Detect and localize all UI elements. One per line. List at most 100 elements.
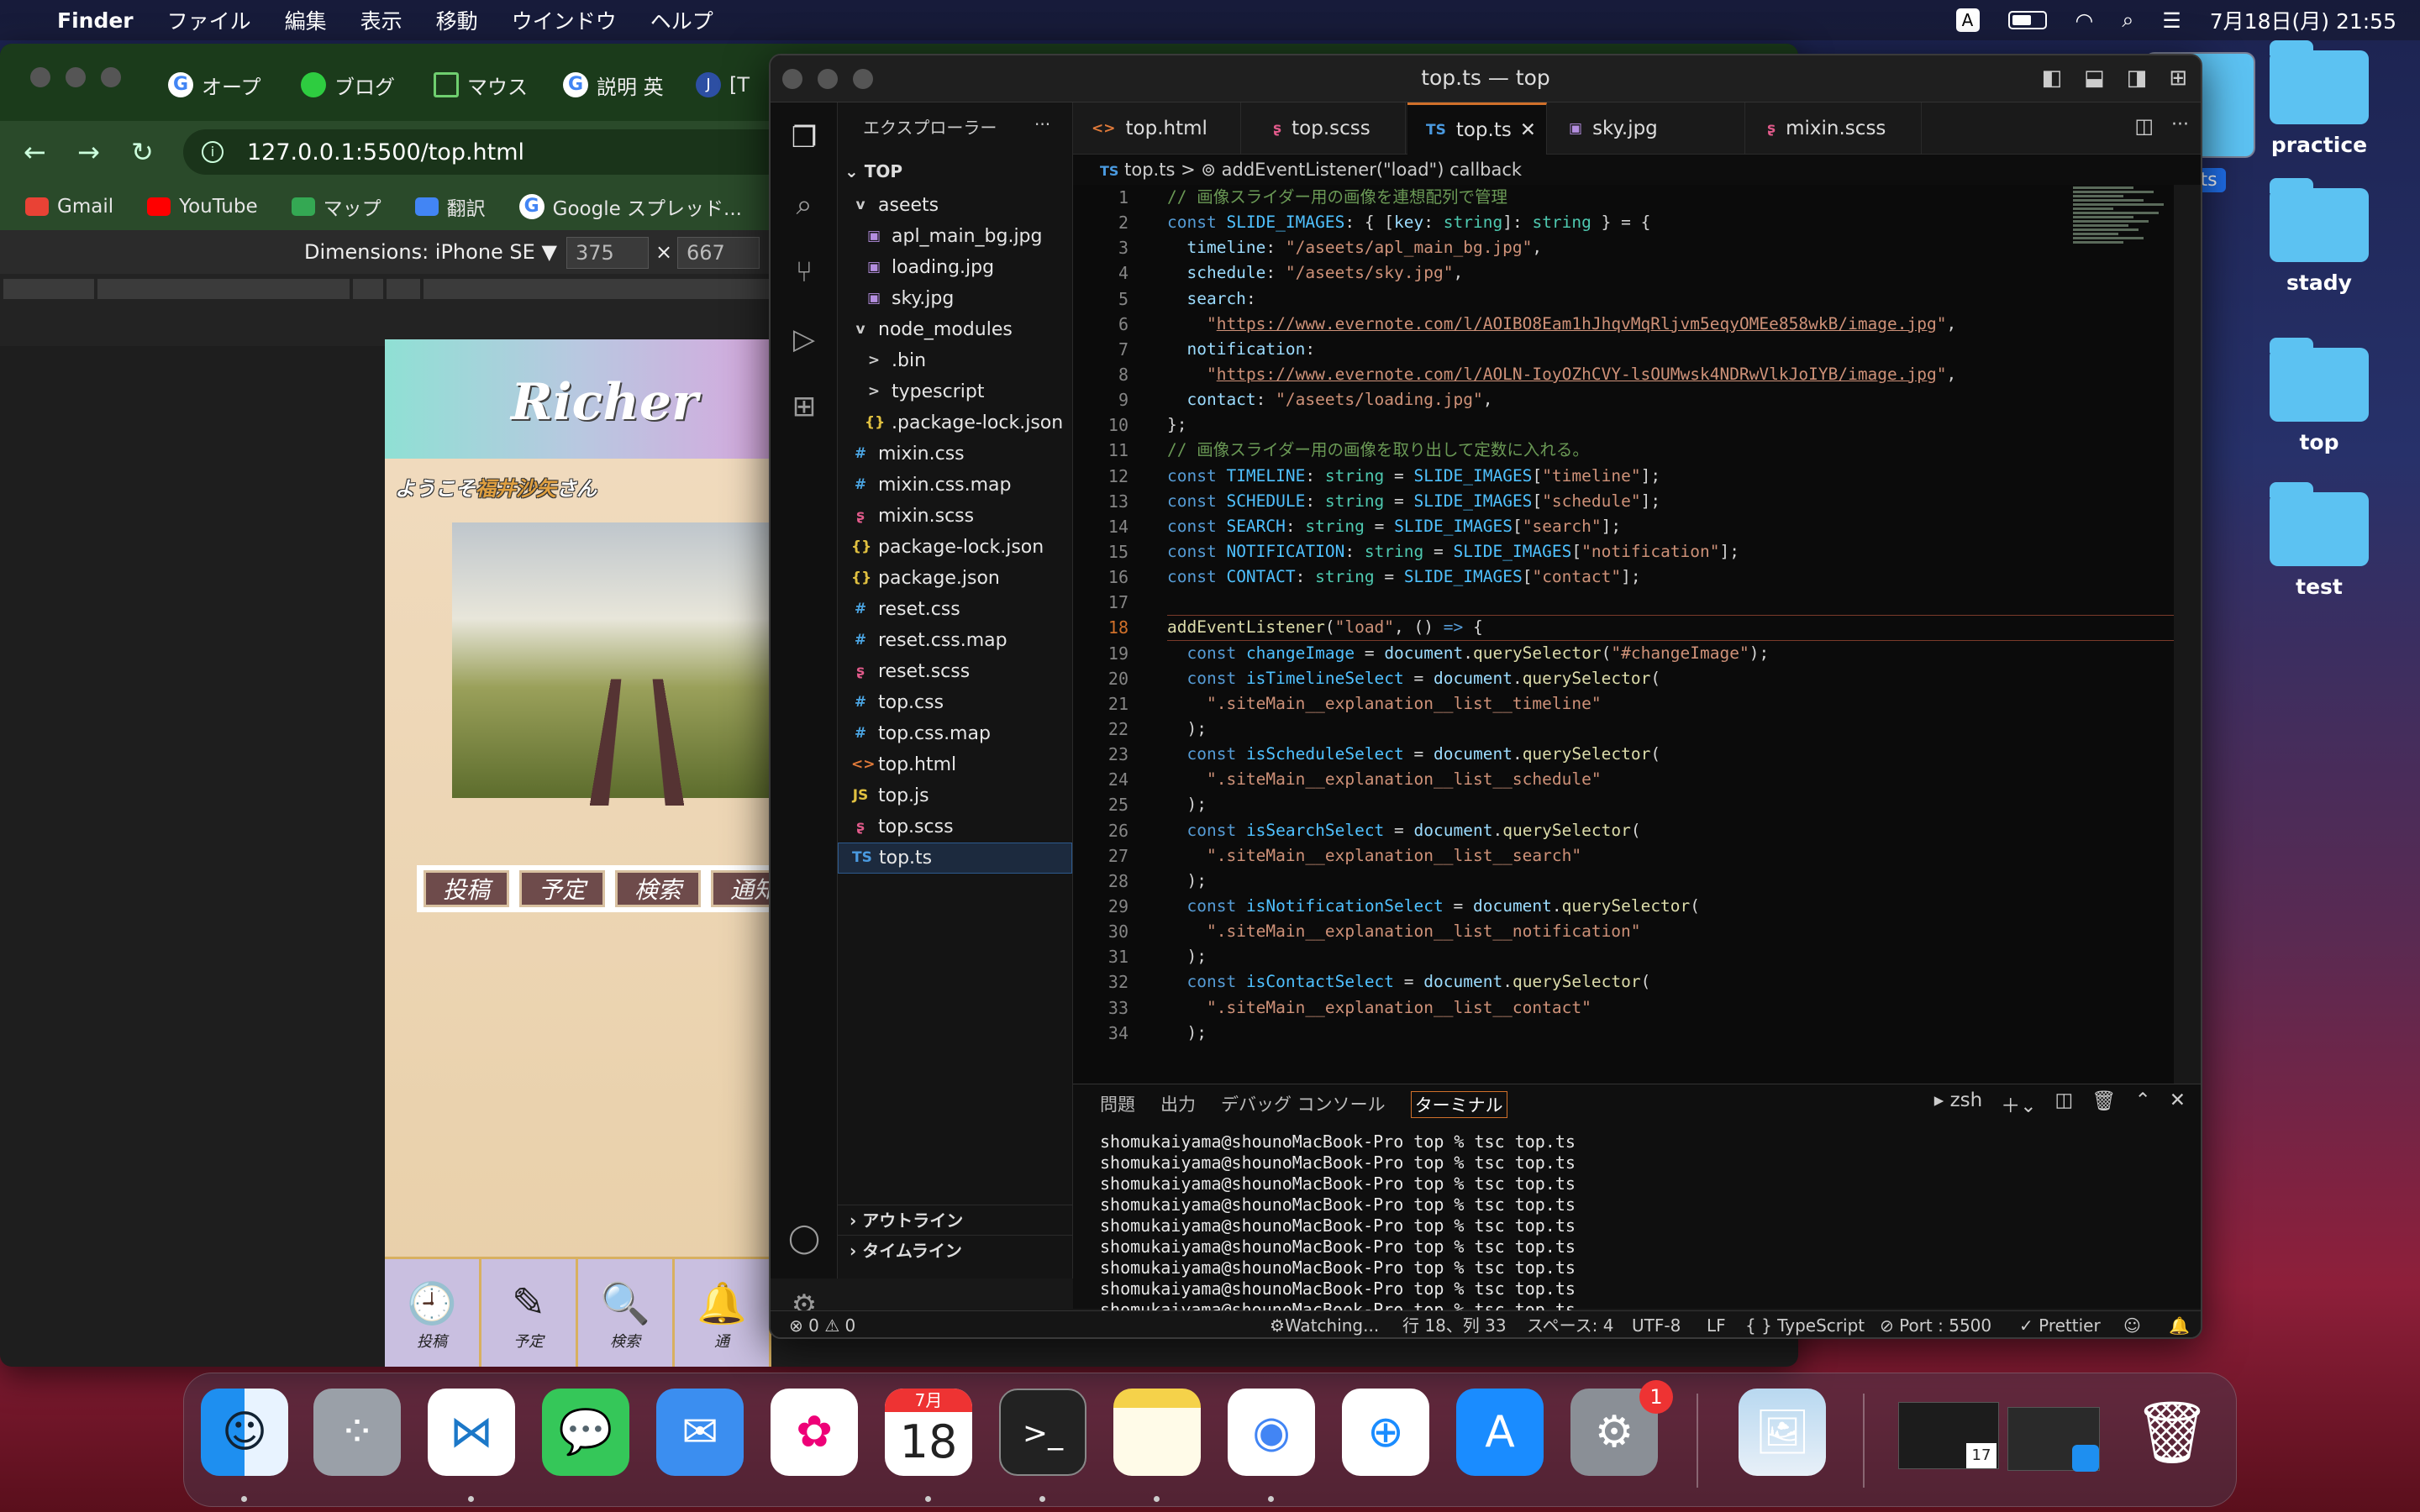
- trash-icon[interactable]: 🗑: [2128, 1389, 2216, 1476]
- code-line[interactable]: // 画像スライダー用の画像を取り出して定数に入れる。: [1167, 438, 2174, 463]
- code-line[interactable]: const NOTIFICATION: string = SLIDE_IMAGE…: [1167, 539, 2174, 564]
- eol-status[interactable]: LF: [1707, 1311, 1726, 1337]
- device-dimensions-dropdown[interactable]: Dimensions: iPhone SE ▼: [304, 240, 557, 264]
- minimized-window-thumbnail[interactable]: 17: [1898, 1402, 1999, 1469]
- code-line[interactable]: const SEARCH: string = SLIDE_IMAGES["sea…: [1167, 514, 2174, 539]
- extensions-icon[interactable]: ⊞: [786, 388, 823, 425]
- feedback-icon[interactable]: ☺: [2123, 1311, 2141, 1337]
- breadcrumb-symbol[interactable]: ⊚ addEventListener("load") callback: [1201, 160, 1522, 180]
- back-icon[interactable]: ←: [24, 136, 46, 168]
- file-tree-item[interactable]: > .bin: [838, 345, 1072, 376]
- editor-tab[interactable]: ʂ mixin.scss: [1749, 102, 1922, 155]
- chrome-tab[interactable]: J [T: [696, 66, 771, 104]
- preview-icon[interactable]: 🖼: [1739, 1389, 1826, 1476]
- notification-button[interactable]: 通知: [711, 870, 771, 907]
- code-line[interactable]: );: [1167, 1021, 2174, 1046]
- code-line[interactable]: [1167, 590, 2174, 615]
- code-line[interactable]: schedule: "/aseets/sky.jpg",: [1167, 260, 2174, 286]
- kill-terminal-icon[interactable]: 🗑: [2091, 1089, 2116, 1118]
- toggle-secondary-sidebar-icon[interactable]: ◨: [2127, 66, 2148, 91]
- file-tree-item[interactable]: > typescript: [838, 376, 1072, 407]
- code-line[interactable]: ".siteMain__explanation__list__contact": [1167, 995, 2174, 1021]
- file-tree-item[interactable]: ʂ reset.scss: [838, 656, 1072, 687]
- code-line[interactable]: // 画像スライダー用の画像を連想配列で管理: [1167, 185, 2174, 210]
- source-control-icon[interactable]: ⑂: [786, 254, 823, 291]
- new-terminal-icon[interactable]: ＋⌄: [2001, 1089, 2036, 1118]
- zoom-window-button[interactable]: [101, 67, 121, 87]
- spotlight-search-icon[interactable]: ⌕: [2122, 8, 2133, 33]
- desktop-folder-top[interactable]: top: [2244, 338, 2395, 454]
- code-line[interactable]: const changeImage = document.querySelect…: [1167, 641, 2174, 666]
- chrome-tab[interactable]: G オープ: [168, 66, 277, 104]
- explorer-more-icon[interactable]: ···: [1034, 114, 1050, 134]
- editor-tab[interactable]: ▣ sky.jpg: [1550, 102, 1745, 155]
- menu-window[interactable]: ウインドウ: [512, 5, 617, 35]
- reload-icon[interactable]: ↻: [131, 136, 154, 168]
- code-line[interactable]: const isNotificationSelect = document.qu…: [1167, 894, 2174, 919]
- messages-icon[interactable]: 💬: [542, 1389, 629, 1476]
- desktop-folder-test[interactable]: test: [2244, 482, 2395, 599]
- bookmark-gmail[interactable]: Gmail: [25, 196, 113, 218]
- bookmark-google-sheets[interactable]: G Google スプレッド...: [518, 192, 742, 221]
- maximize-panel-icon[interactable]: ⌃: [2134, 1089, 2150, 1118]
- customize-layout-icon[interactable]: ⊞: [2169, 66, 2187, 91]
- code-line[interactable]: notification:: [1167, 337, 2174, 362]
- code-line[interactable]: const SLIDE_IMAGES: { [key: string]: str…: [1167, 210, 2174, 235]
- explorer-icon[interactable]: ❐: [786, 119, 823, 156]
- code-line[interactable]: "https://www.evernote.com/l/AOIBO8Eam1hJ…: [1167, 312, 2174, 337]
- file-tree-item[interactable]: # reset.css: [838, 594, 1072, 625]
- file-tree-item[interactable]: TS top.ts: [838, 843, 1072, 874]
- chrome-tab[interactable]: マウス: [434, 66, 543, 104]
- safari-icon[interactable]: ⊕: [1342, 1389, 1429, 1476]
- bookmark-youtube[interactable]: YouTube: [147, 196, 258, 218]
- notes-icon[interactable]: [1113, 1389, 1201, 1476]
- run-debug-icon[interactable]: ▷: [786, 321, 823, 358]
- code-line[interactable]: const TIMELINE: string = SLIDE_IMAGES["t…: [1167, 464, 2174, 489]
- tab-problems[interactable]: 問題: [1100, 1091, 1135, 1118]
- code-line[interactable]: addEventListener("load", () => {: [1167, 615, 2174, 640]
- menu-go[interactable]: 移動: [436, 5, 478, 35]
- file-tree-item[interactable]: # top.css.map: [838, 718, 1072, 749]
- language-mode[interactable]: { } TypeScript: [1745, 1311, 1865, 1337]
- close-window-button[interactable]: [30, 67, 50, 87]
- timeline-section[interactable]: › タイムライン: [838, 1235, 1072, 1265]
- forward-icon[interactable]: →: [77, 136, 100, 168]
- code-line[interactable]: ".siteMain__explanation__list__schedule": [1167, 767, 2174, 792]
- vscode-icon[interactable]: ⋈: [428, 1389, 515, 1476]
- code-line[interactable]: const isSearchSelect = document.querySel…: [1167, 818, 2174, 843]
- editor-tab[interactable]: TS top.ts ✕: [1407, 102, 1547, 155]
- tab-debug-console[interactable]: デバッグ コンソール: [1221, 1091, 1386, 1118]
- explorer-root[interactable]: ⌄ TOP: [844, 161, 902, 181]
- schedule-button[interactable]: 予定: [519, 870, 605, 907]
- calendar-icon[interactable]: 7月 18: [885, 1389, 972, 1476]
- chrome-tab[interactable]: G 説明 英: [563, 66, 672, 104]
- code-line[interactable]: const isContactSelect = document.querySe…: [1167, 969, 2174, 995]
- launchpad-icon[interactable]: ⁘: [313, 1389, 401, 1476]
- file-tree-item[interactable]: v node_modules: [838, 314, 1072, 345]
- toggle-primary-sidebar-icon[interactable]: ◧: [2041, 66, 2062, 91]
- code-line[interactable]: const CONTACT: string = SLIDE_IMAGES["co…: [1167, 564, 2174, 590]
- code-line[interactable]: const SCHEDULE: string = SLIDE_IMAGES["s…: [1167, 489, 2174, 514]
- file-tree-item[interactable]: # reset.css.map: [838, 625, 1072, 656]
- file-tree-item[interactable]: ▣ apl_main_bg.jpg: [838, 221, 1072, 252]
- editor-tab[interactable]: ʂ top.scss: [1255, 102, 1406, 155]
- code-line[interactable]: );: [1167, 869, 2174, 894]
- tab-terminal[interactable]: ターミナル: [1410, 1091, 1507, 1118]
- code-line[interactable]: );: [1167, 944, 2174, 969]
- editor-tab[interactable]: <> top.html: [1073, 102, 1241, 155]
- terminal-icon[interactable]: >_: [999, 1389, 1086, 1476]
- code-line[interactable]: );: [1167, 792, 2174, 817]
- footer-schedule[interactable]: ✎ 予定: [481, 1259, 578, 1367]
- terminal-output[interactable]: shomukaiyama@shounoMacBook-Pro top % tsc…: [1100, 1131, 1576, 1337]
- search-button[interactable]: 検索: [615, 870, 701, 907]
- code-lines[interactable]: // 画像スライダー用の画像を連想配列で管理 const SLIDE_IMAGES…: [1167, 185, 2174, 1046]
- site-logo[interactable]: Richer: [511, 373, 698, 432]
- tab-output[interactable]: 出力: [1160, 1091, 1196, 1118]
- file-tree-item[interactable]: JS top.js: [838, 780, 1072, 811]
- problems-status[interactable]: ⊗ 0 ⚠ 0: [789, 1311, 855, 1337]
- search-icon[interactable]: ⌕: [786, 186, 823, 223]
- menubar-clock[interactable]: 7月18日(月) 21:55: [2210, 5, 2396, 35]
- desktop-folder-practice[interactable]: practice: [2244, 40, 2395, 157]
- cursor-position[interactable]: 行 18、列 33: [1402, 1311, 1507, 1337]
- breadcrumb-file[interactable]: top.ts: [1124, 160, 1175, 180]
